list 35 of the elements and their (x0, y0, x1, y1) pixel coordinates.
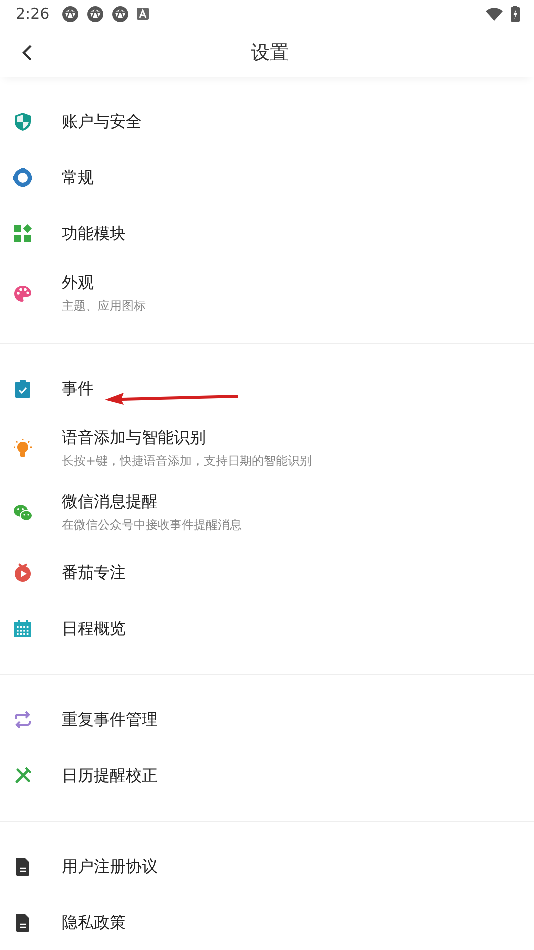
aperture-icon (62, 6, 79, 22)
setting-title[interactable]: 微信消息提醒 (62, 492, 242, 513)
setting-description: 在微信公众号中接收事件提醒消息 (62, 517, 242, 534)
shield-icon (13, 112, 33, 132)
aperture-icon (112, 6, 129, 22)
page-title: 设置 (250, 40, 290, 66)
tomato-timer-icon (13, 563, 33, 583)
setting-title[interactable]: 重复事件管理 (62, 710, 158, 730)
setting-title[interactable]: 日历提醒校正 (62, 766, 158, 786)
setting-title[interactable]: 隐私政策 (62, 912, 126, 934)
modules-icon (13, 224, 33, 244)
repeat-icon (13, 710, 33, 730)
setting-title[interactable]: 账户与安全 (62, 112, 142, 132)
setting-title[interactable]: 语音添加与智能识别 (62, 428, 312, 449)
wifi-icon (486, 8, 503, 20)
lightbulb-icon (13, 439, 33, 459)
battery-icon (511, 6, 520, 22)
status-time: 2:26 (16, 5, 50, 23)
setting-description: 长按+键，快捷语音添加，支持日期的智能识别 (62, 453, 312, 470)
calendar-icon (13, 619, 33, 639)
setting-title[interactable]: 用户注册协议 (62, 856, 158, 878)
notification-icon (136, 8, 149, 20)
clipboard-icon (13, 379, 33, 399)
tools-icon (13, 766, 33, 786)
setting-title[interactable]: 功能模块 (62, 224, 126, 244)
chat-icon (13, 503, 33, 523)
setting-title[interactable]: 日程概览 (62, 618, 126, 640)
setting-title[interactable]: 外观 (62, 273, 146, 294)
palette-icon (13, 284, 33, 304)
gear-icon (13, 168, 33, 188)
setting-title[interactable]: 番茄专注 (62, 562, 126, 584)
aperture-icon (86, 6, 104, 22)
setting-title[interactable]: 事件 (62, 378, 94, 400)
setting-description: 主题、应用图标 (62, 298, 146, 315)
setting-title[interactable]: 常规 (62, 168, 94, 188)
